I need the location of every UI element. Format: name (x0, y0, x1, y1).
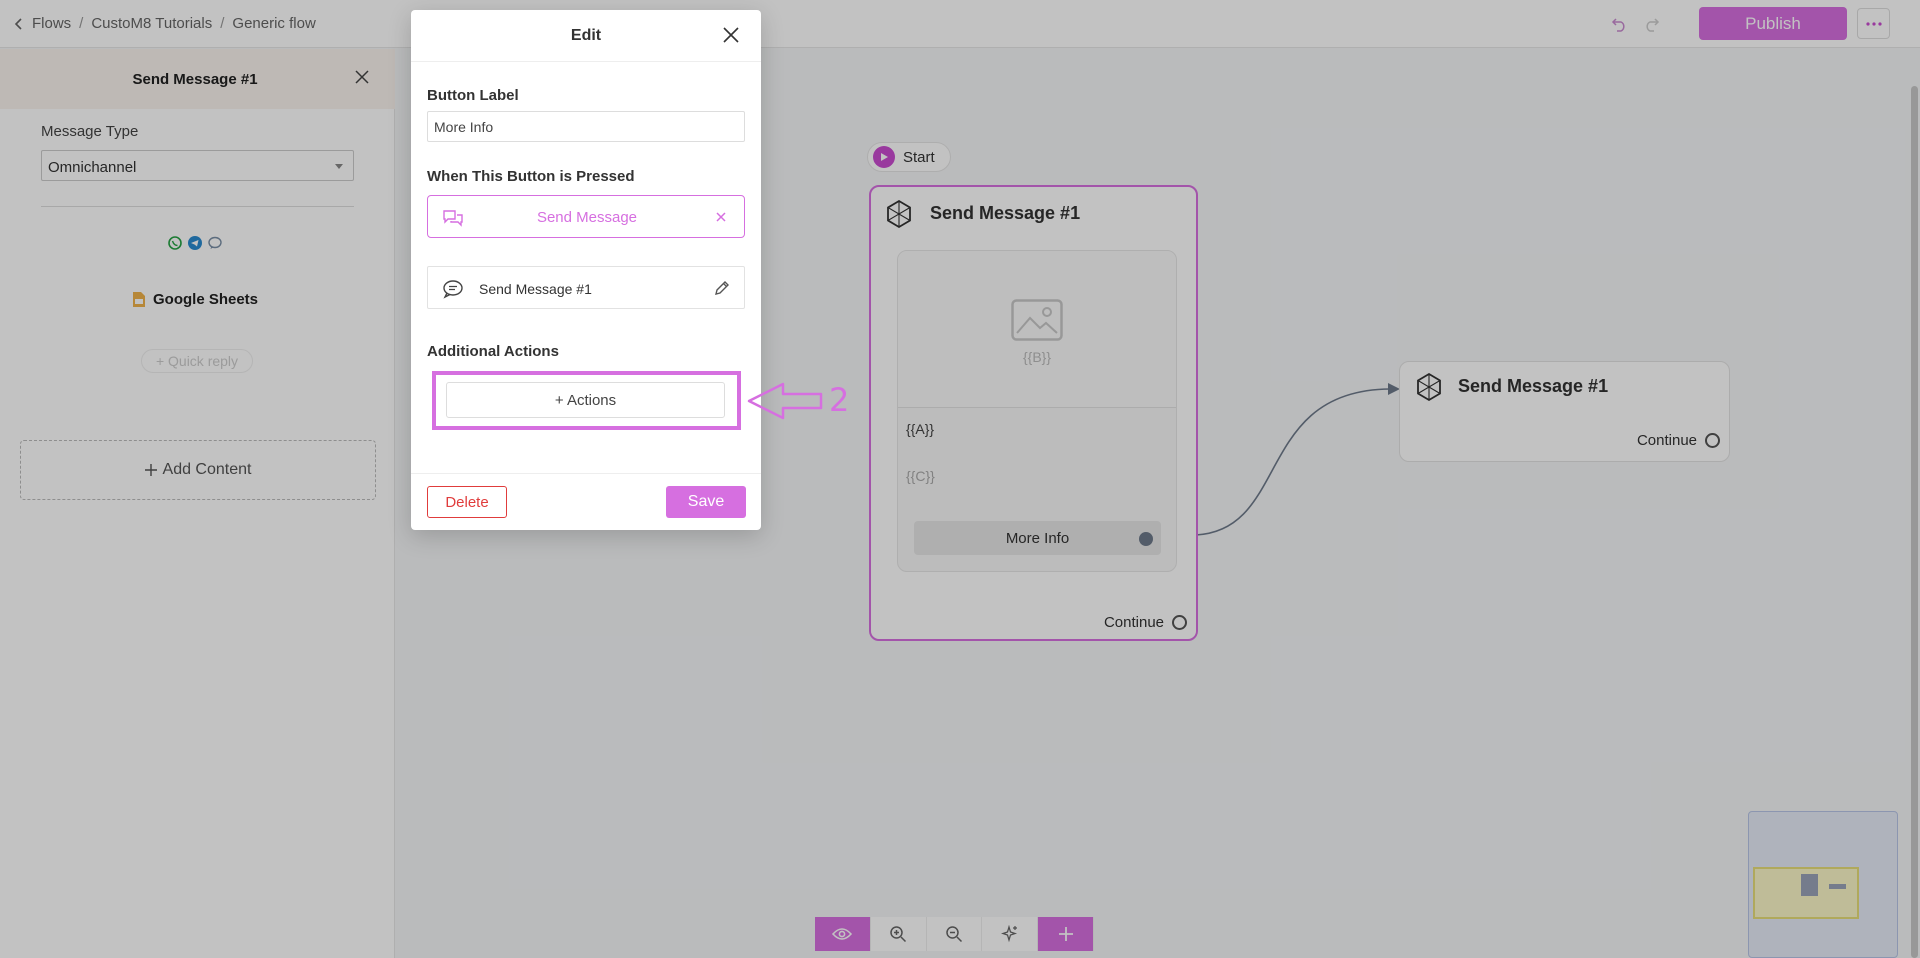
modal-backdrop[interactable] (0, 0, 1920, 958)
save-button[interactable]: Save (666, 486, 746, 518)
add-actions-button[interactable]: + Actions (446, 382, 725, 418)
button-label-input[interactable] (427, 111, 745, 142)
modal-header: Edit (411, 10, 761, 62)
pressed-action-label: Send Message (536, 209, 638, 226)
edit-button-modal: Edit Button Label When This Button is Pr… (411, 10, 761, 530)
target-message-label: Send Message #1 (479, 281, 592, 297)
clear-action-icon[interactable] (715, 211, 727, 223)
modal-footer-divider (411, 473, 761, 474)
target-message-row[interactable]: Send Message #1 (427, 266, 745, 309)
close-icon[interactable] (722, 26, 740, 44)
when-pressed-heading: When This Button is Pressed (427, 168, 635, 185)
button-label-heading: Button Label (427, 87, 519, 104)
delete-button[interactable]: Delete (427, 486, 507, 518)
additional-actions-heading: Additional Actions (427, 343, 559, 360)
pressed-action-selector[interactable]: Send Message (427, 195, 745, 238)
modal-title: Edit (570, 27, 602, 44)
pencil-icon[interactable] (713, 279, 731, 297)
tutorial-step-number: 2 (829, 381, 850, 419)
tutorial-arrow-icon (747, 381, 823, 421)
message-bubble-icon (442, 279, 464, 299)
